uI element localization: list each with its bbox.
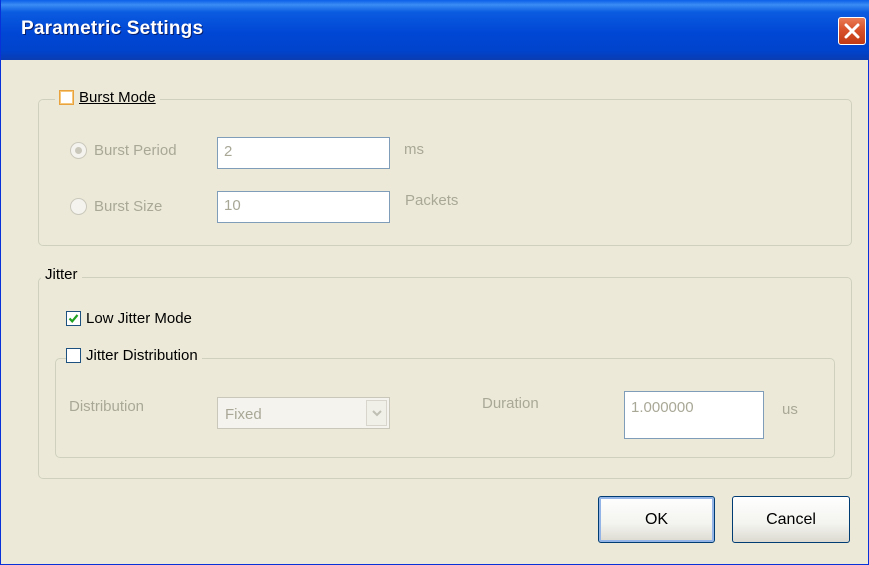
chevron-down-icon [372,410,382,417]
parametric-settings-dialog: Parametric Settings Burst Mode Burst Per… [0,0,869,565]
checkmark-icon [68,314,79,323]
jitter-distribution-checkbox[interactable] [66,348,81,363]
burst-size-unit: Packets [405,192,459,209]
duration-input[interactable]: 1.000000 [624,391,764,439]
burst-period-radio-row[interactable]: Burst Period [70,142,177,159]
low-jitter-row[interactable]: Low Jitter Mode [66,310,192,327]
jitter-distribution-label: Jitter Distribution [86,347,198,364]
jitter-label: Jitter [45,266,78,283]
duration-label: Duration [482,395,539,412]
distribution-value: Fixed [225,406,262,423]
jitter-legend: Jitter [41,266,82,283]
burst-size-radio[interactable] [70,198,87,215]
burst-mode-label: Burst Mode [79,89,156,106]
burst-period-unit: ms [404,141,424,158]
dropdown-arrow-button[interactable] [366,400,387,426]
close-icon [844,23,860,39]
distribution-label: Distribution [69,398,145,415]
cancel-button[interactable]: Cancel [732,496,850,543]
burst-size-label: Burst Size [94,198,163,215]
burst-period-radio[interactable] [70,142,87,159]
burst-size-input[interactable]: 10 [217,191,390,223]
burst-period-label: Burst Period [94,142,177,159]
title-bar[interactable]: Parametric Settings [1,0,869,60]
burst-size-radio-row[interactable]: Burst Size [70,198,162,215]
low-jitter-checkbox[interactable] [66,311,81,326]
distribution-select[interactable]: Fixed [217,397,390,429]
jitter-distribution-legend[interactable]: Jitter Distribution [66,347,202,364]
cancel-button-label: Cancel [766,511,816,528]
low-jitter-label: Low Jitter Mode [86,310,192,327]
burst-period-input[interactable]: 2 [217,137,390,169]
ok-button[interactable]: OK [598,496,715,543]
ok-button-label: OK [644,511,669,528]
burst-mode-group [38,99,852,246]
burst-mode-legend[interactable]: Burst Mode [55,89,160,106]
window-title: Parametric Settings [21,18,204,39]
duration-unit: us [782,401,798,418]
close-button[interactable] [838,17,866,45]
burst-mode-checkbox[interactable] [59,90,74,105]
